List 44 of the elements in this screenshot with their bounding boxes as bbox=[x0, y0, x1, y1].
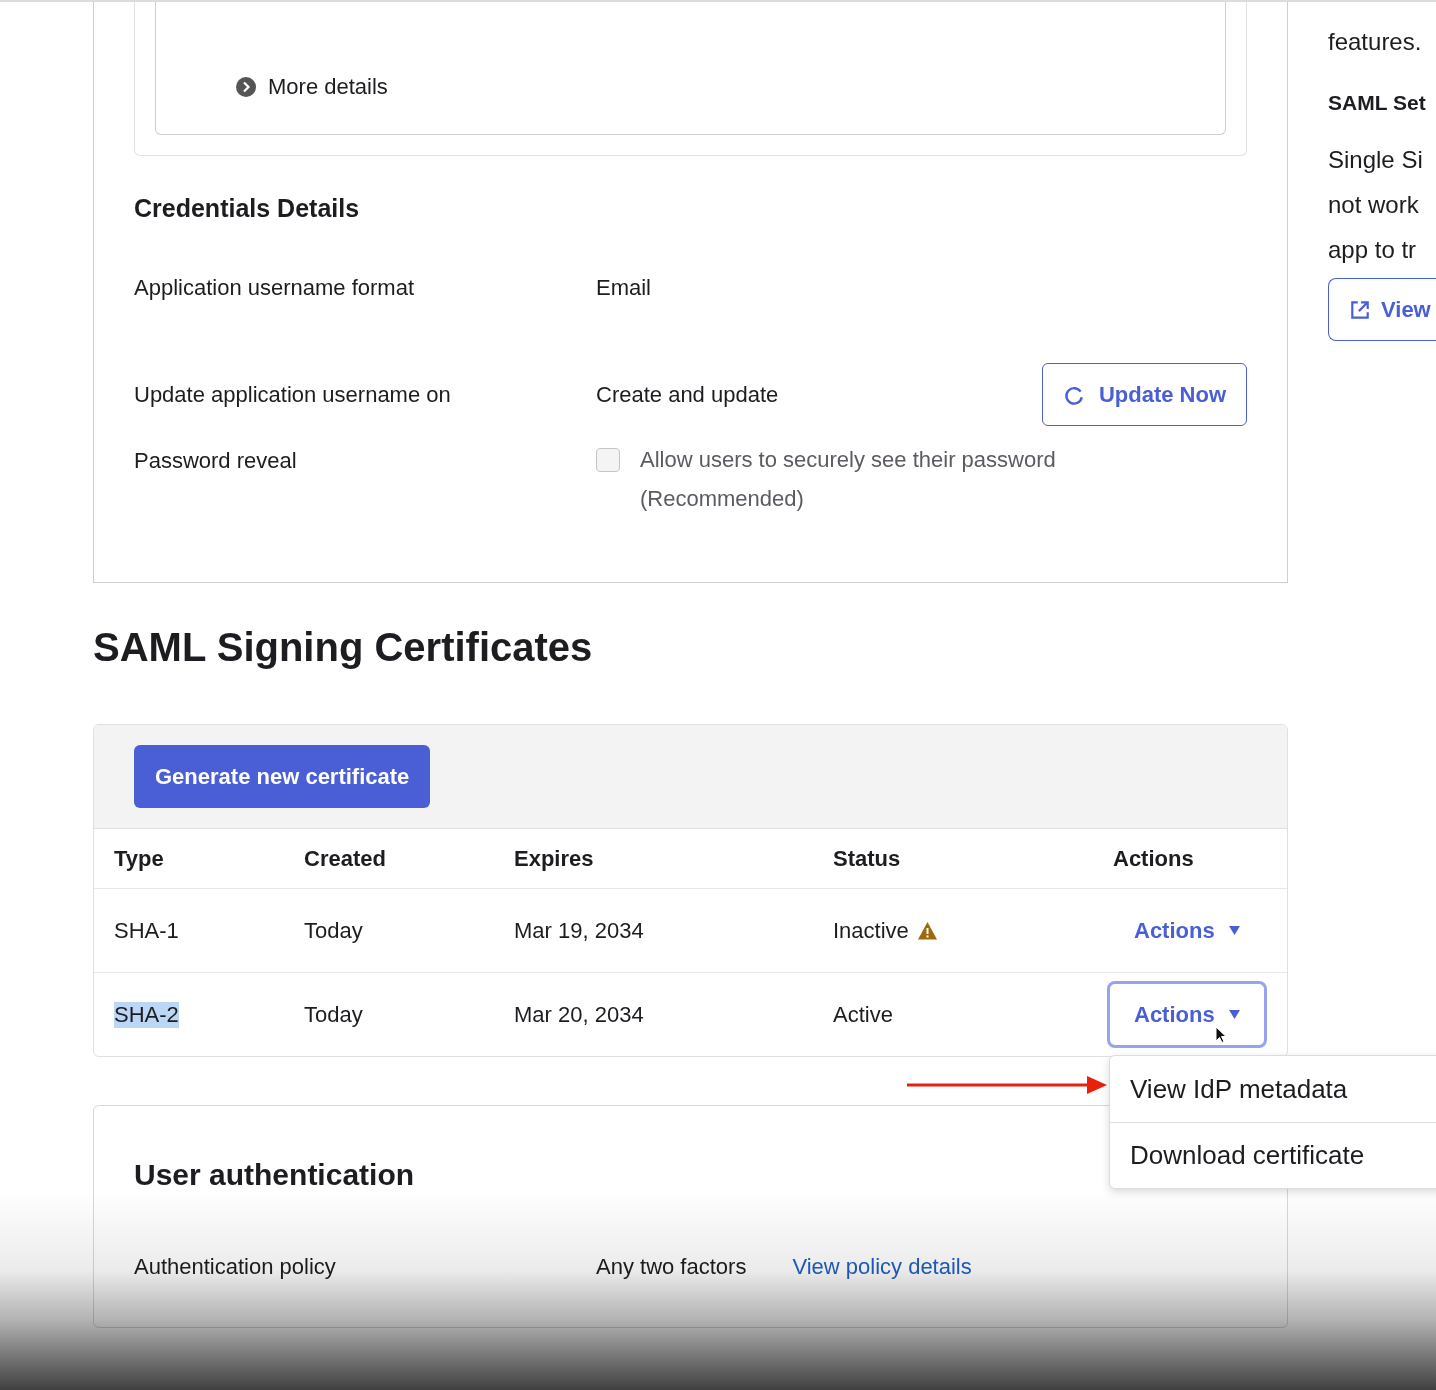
table-cell: SHA-1 bbox=[114, 917, 179, 944]
generate-certificate-button[interactable]: Generate new certificate bbox=[134, 745, 431, 808]
section-title: Credentials Details bbox=[134, 194, 361, 223]
more-details-toggle[interactable]: More details bbox=[236, 74, 388, 100]
field-label: Update application username on bbox=[134, 381, 452, 408]
menu-item[interactable]: View IdP metadata bbox=[1110, 1056, 1436, 1122]
field-value: Create and update bbox=[596, 381, 780, 408]
field-value: Email bbox=[596, 275, 652, 301]
menu-item[interactable]: Download certificate bbox=[1110, 1122, 1436, 1188]
status-text: Active bbox=[833, 1001, 893, 1028]
checkbox-label: Allow users to securely see their password (Recommended) bbox=[640, 446, 1057, 513]
section-title: SAML Set bbox=[1328, 91, 1427, 115]
update-now-button[interactable]: Update Now bbox=[1041, 363, 1247, 426]
status-text: Inactive bbox=[833, 917, 909, 944]
description-text: app to tr bbox=[1328, 237, 1418, 263]
table-cell-text: Today bbox=[304, 1001, 364, 1028]
section-title: User authentication bbox=[134, 1158, 416, 1192]
section-heading: SAML Signing Certificates bbox=[93, 625, 594, 670]
caret-icon bbox=[1228, 1010, 1240, 1019]
mouse-cursor-icon bbox=[1215, 1026, 1227, 1044]
actions-dropdown[interactable]: Actions bbox=[1107, 981, 1267, 1048]
chevron-icon bbox=[236, 77, 256, 97]
checkbox[interactable] bbox=[596, 448, 620, 472]
column-header: Expires bbox=[514, 845, 595, 872]
column-header: Type bbox=[114, 845, 165, 872]
column-header: Created bbox=[304, 845, 387, 872]
column-header: Actions bbox=[1113, 845, 1195, 872]
external-link-icon bbox=[1349, 298, 1371, 321]
description-text: not work bbox=[1328, 192, 1420, 218]
description-text: Single Si bbox=[1328, 147, 1424, 173]
field-label: Authentication policy bbox=[134, 1254, 337, 1280]
view-button[interactable]: View bbox=[1328, 278, 1436, 341]
caret-icon bbox=[1228, 926, 1240, 935]
table-cell: SHA-2 bbox=[114, 1001, 179, 1028]
field-label: Application username format bbox=[134, 275, 416, 301]
table-cell-text: Mar 20, 2034 bbox=[514, 1001, 645, 1028]
actions-dropdown[interactable]: Actions bbox=[1107, 897, 1267, 964]
table-cell-text: Mar 19, 2034 bbox=[514, 917, 645, 944]
view-policy-link[interactable]: View policy details bbox=[792, 1254, 972, 1280]
field-label: Password reveal bbox=[134, 448, 298, 474]
field-value: Any two factors bbox=[596, 1254, 747, 1280]
column-header: Status bbox=[833, 845, 902, 872]
table-cell-text: Today bbox=[304, 917, 364, 944]
description-text: features. bbox=[1328, 29, 1423, 55]
